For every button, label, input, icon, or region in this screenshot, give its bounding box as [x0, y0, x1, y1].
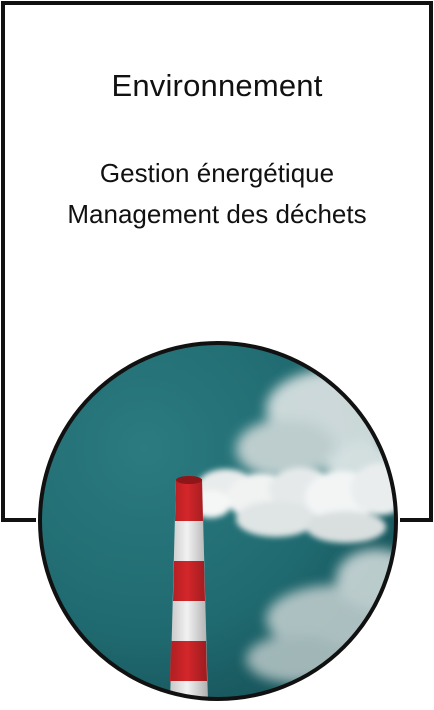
card-line-waste: Management des déchets: [67, 199, 367, 229]
chimney-photo: [38, 341, 398, 701]
card-title: Environnement: [111, 68, 323, 103]
chimney: [170, 476, 208, 699]
card-line-energy: Gestion énergétique: [99, 158, 335, 188]
